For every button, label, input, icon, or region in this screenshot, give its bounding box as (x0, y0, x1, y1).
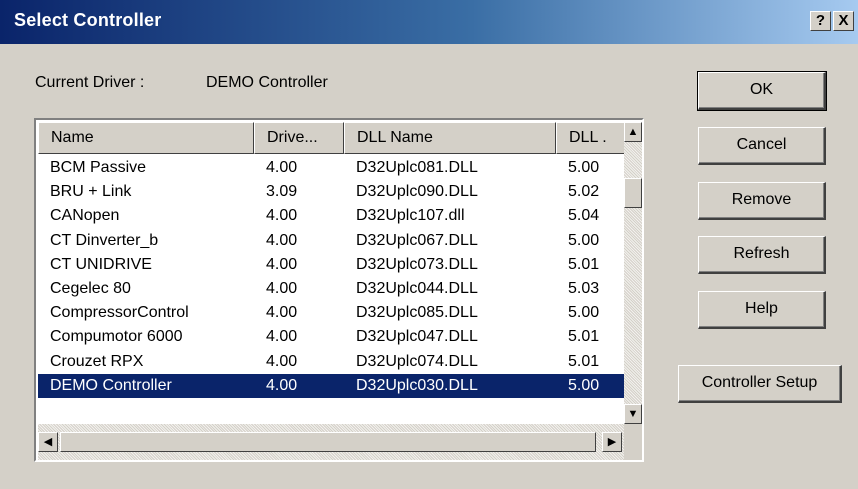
refresh-button[interactable]: Refresh (698, 236, 826, 274)
cell-driver: 4.00 (266, 207, 298, 225)
scroll-down-icon[interactable]: ▼ (624, 404, 642, 424)
controller-setup-button[interactable]: Controller Setup (678, 365, 842, 403)
controller-list[interactable]: Name Drive... DLL Name DLL . BCM Passive… (34, 118, 644, 462)
cell-name: Crouzet RPX (50, 352, 144, 370)
cell-dll-version: 5.00 (568, 231, 600, 249)
scroll-right-icon[interactable]: ▶ (602, 432, 622, 452)
cell-name: Cegelec 80 (50, 279, 131, 297)
cell-dll-name: D32Uplc090.DLL (356, 183, 478, 201)
table-row[interactable]: DEMO Controller 4.00 D32Uplc030.DLL 5.00 (38, 373, 624, 398)
cell-dll-name: D32Uplc073.DLL (356, 255, 478, 273)
table-row[interactable]: CompressorControl 4.00 D32Uplc085.DLL 5.00 (38, 301, 624, 325)
cancel-button[interactable]: Cancel (698, 127, 826, 165)
cell-name: BRU + Link (50, 183, 132, 201)
cell-driver: 4.00 (266, 328, 298, 346)
table-row[interactable]: CT Dinverter_b 4.00 D32Uplc067.DLL 5.00 (38, 229, 624, 253)
table-row[interactable]: CANopen 4.00 D32Uplc107.dll 5.04 (38, 204, 624, 228)
cell-dll-name: D32Uplc067.DLL (356, 231, 478, 249)
scroll-corner (624, 424, 642, 460)
column-header-name[interactable]: Name (38, 122, 254, 154)
list-rows: BCM Passive 4.00 D32Uplc081.DLL 5.00 BRU + L… (38, 156, 624, 398)
list-body: Name Drive... DLL Name DLL . BCM Passive… (38, 122, 624, 424)
vertical-scrollbar[interactable]: ▲ ▼ (624, 122, 642, 424)
cell-name: DEMO Controller (50, 376, 172, 394)
cell-name: CT UNIDRIVE (50, 255, 152, 273)
cell-dll-name: D32Uplc044.DLL (356, 279, 478, 297)
table-row[interactable]: BRU + Link 3.09 D32Uplc090.DLL 5.02 (38, 180, 624, 204)
cell-driver: 4.00 (266, 352, 298, 370)
cell-driver: 4.00 (266, 159, 298, 176)
horizontal-scroll-thumb[interactable] (60, 432, 596, 452)
cell-driver: 4.00 (266, 304, 298, 322)
cell-dll-name: D32Uplc030.DLL (356, 376, 478, 394)
cell-dll-name: D32Uplc085.DLL (356, 304, 478, 322)
cell-dll-name: D32Uplc047.DLL (356, 328, 478, 346)
cell-driver: 4.00 (266, 279, 298, 297)
close-icon[interactable]: X (833, 11, 854, 31)
title-bar[interactable]: Select Controller ? X (0, 0, 858, 44)
window-title: Select Controller (14, 10, 162, 30)
current-driver-value: DEMO Controller (206, 74, 328, 91)
cell-name: BCM Passive (50, 159, 147, 176)
table-row[interactable]: Cegelec 80 4.00 D32Uplc044.DLL 5.03 (38, 277, 624, 301)
cell-dll-version: 5.01 (568, 328, 600, 346)
cell-dll-version: 5.00 (568, 376, 600, 394)
cell-dll-version: 5.01 (568, 352, 600, 370)
cell-dll-version: 5.02 (568, 183, 600, 201)
cell-dll-version: 5.03 (568, 279, 600, 297)
table-row[interactable]: CT UNIDRIVE 4.00 D32Uplc073.DLL 5.01 (38, 253, 624, 277)
help-button[interactable]: Help (698, 291, 826, 329)
cell-name: CompressorControl (50, 304, 189, 322)
cell-driver: 4.00 (266, 376, 298, 394)
cell-dll-version: 5.00 (568, 304, 600, 322)
cell-driver: 4.00 (266, 255, 298, 273)
cell-dll-name: D32Uplc081.DLL (356, 159, 478, 176)
cell-driver: 3.09 (266, 183, 298, 201)
column-header-dll-version[interactable]: DLL . (556, 122, 624, 154)
cell-dll-version: 5.00 (568, 159, 600, 176)
horizontal-scrollbar[interactable]: ◀ ▶ (38, 424, 624, 460)
table-row[interactable]: Crouzet RPX 4.00 D32Uplc074.DLL 5.01 (38, 350, 624, 374)
current-driver-label: Current Driver : (35, 74, 145, 91)
scroll-thumb[interactable] (624, 178, 642, 208)
cell-driver: 4.00 (266, 231, 298, 249)
cell-dll-name: D32Uplc074.DLL (356, 352, 478, 370)
column-header-dll-name[interactable]: DLL Name (344, 122, 556, 154)
cell-dll-name: D32Uplc107.dll (356, 207, 465, 225)
ok-button[interactable]: OK (697, 71, 827, 111)
cell-name: CANopen (50, 207, 120, 225)
table-row[interactable]: Compumotor 6000 4.00 D32Uplc047.DLL 5.01 (38, 325, 624, 349)
cell-name: CT Dinverter_b (50, 231, 159, 249)
table-row[interactable]: BCM Passive 4.00 D32Uplc081.DLL 5.00 (38, 156, 624, 180)
cell-dll-version: 5.01 (568, 255, 600, 273)
help-icon[interactable]: ? (810, 11, 831, 31)
scroll-left-icon[interactable]: ◀ (38, 432, 58, 452)
scroll-up-icon[interactable]: ▲ (624, 122, 642, 142)
column-header-driver[interactable]: Drive... (254, 122, 344, 154)
remove-button[interactable]: Remove (698, 182, 826, 220)
cell-dll-version: 5.04 (568, 207, 600, 225)
cell-name: Compumotor 6000 (50, 328, 183, 346)
